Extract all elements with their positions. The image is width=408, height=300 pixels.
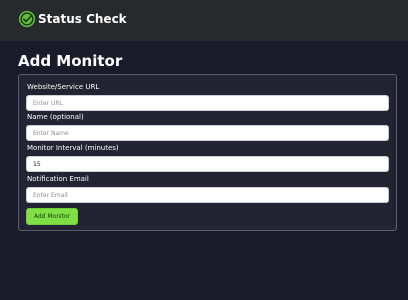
url-label: Website/Service URL [27, 83, 100, 91]
interval-label: Monitor Interval (minutes) [27, 144, 119, 152]
url-input[interactable] [26, 95, 389, 111]
email-input[interactable] [26, 187, 389, 203]
interval-input[interactable] [26, 156, 389, 172]
name-input[interactable] [26, 125, 389, 141]
add-monitor-form: Website/Service URL Name (optional) Moni… [18, 74, 397, 231]
check-circle-icon [18, 10, 36, 28]
app-title: Status Check [38, 12, 127, 26]
app-header: Status Check [0, 0, 408, 41]
page-title: Add Monitor [18, 52, 123, 70]
email-label: Notification Email [27, 175, 89, 183]
name-label: Name (optional) [27, 113, 84, 121]
add-monitor-button[interactable]: Add Monitor [26, 208, 78, 225]
